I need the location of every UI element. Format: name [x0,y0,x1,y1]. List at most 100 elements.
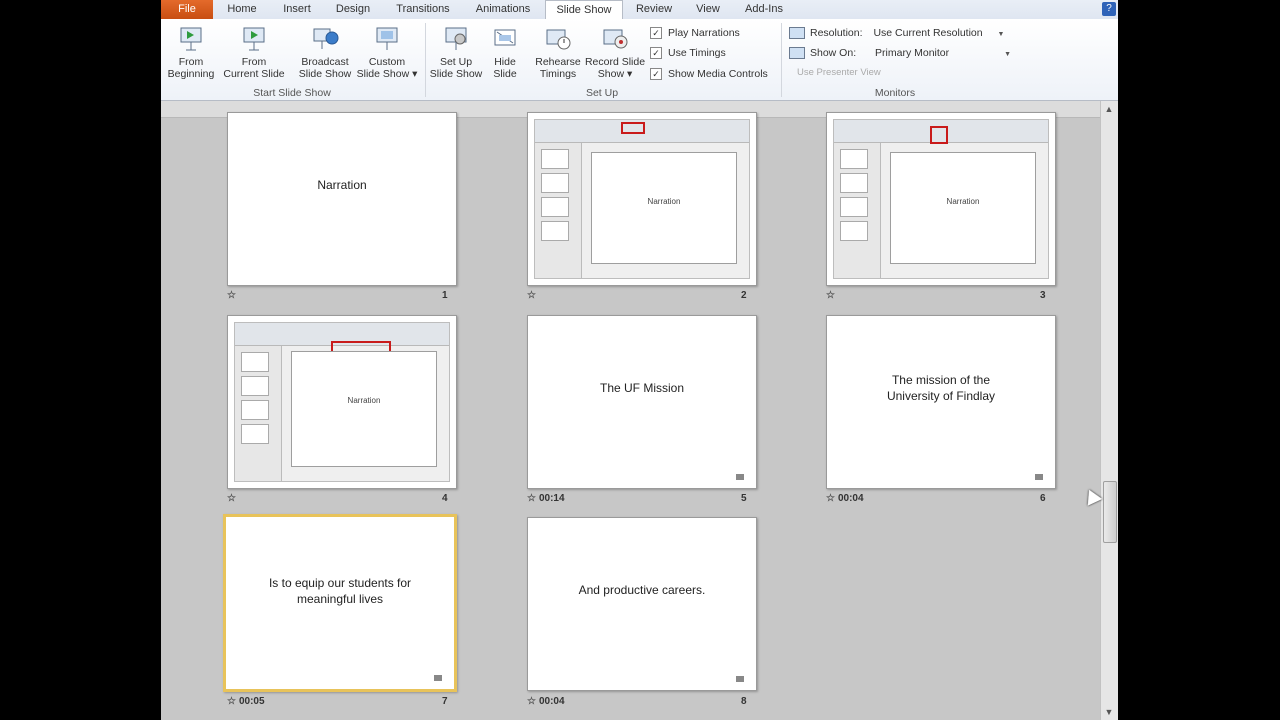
mini-slide-pane [235,346,282,481]
use-timings-checkbox[interactable]: ✓ Use Timings [650,46,726,60]
presenter-view-checkbox[interactable]: Use Presenter View [797,66,881,80]
slide-number: 1 [442,290,448,301]
group-start-slide-show: Start Slide Show [253,87,331,99]
show-on-row[interactable]: Show On: Primary Monitor ▼ [789,46,1011,60]
slide-thumbnail[interactable]: Narration [227,315,457,489]
resolution-row[interactable]: Resolution: Use Current Resolution ▼ [789,26,1004,40]
monitor-icon [789,27,805,40]
slide-thumbnail-selected[interactable]: Is to equip our students for meaningful … [223,514,457,692]
tab-file[interactable]: File [161,0,213,19]
tab-transitions[interactable]: Transitions [387,0,459,19]
mini-thumb [840,197,868,217]
projector-current-icon [240,25,268,53]
slide-timing: ☆ 00:14 [527,493,565,504]
checkmark-icon: ✓ [650,27,662,40]
tab-home[interactable]: Home [217,0,267,19]
show-on-select[interactable]: Primary Monitor [875,47,949,59]
broadcast-slide-show-button[interactable]: Broadcast Slide Show [295,25,355,80]
star-icon: ☆ [227,493,236,504]
star-icon: ☆ [227,290,236,301]
custom-line1: Custom [368,56,406,68]
slide-screenshot-image: Narration [833,119,1049,279]
play-narrations-label: Play Narrations [668,27,740,39]
hide-slide-button[interactable]: Hide Slide [485,25,525,80]
slide-timing: ☆ [227,290,239,301]
checkmark-icon: ✓ [650,68,662,81]
resolution-select[interactable]: Use Current Resolution [873,27,982,39]
slide-thumbnail[interactable]: The UF Mission [527,315,757,489]
slide-screenshot-image: Narration [234,322,450,482]
record-line2: Show ▾ [597,68,633,80]
slide-thumbnail[interactable]: The mission of the University of Findlay [826,315,1056,489]
from-current-line1: From [241,56,267,68]
slide-number: 7 [442,696,448,707]
record-slide-show-button[interactable]: Record Slide Show ▾ [583,25,647,80]
group-monitors: Monitors [874,87,916,99]
ribbon: From Beginning From Current Slide Broadc… [161,19,1118,101]
from-beginning-line2: Beginning [167,68,215,80]
slide-thumbnail[interactable]: Narration [527,112,757,286]
broadcast-line2: Slide Show [298,68,352,80]
mini-slide-pane [535,143,582,278]
slide-timing: ☆ 00:04 [826,493,864,504]
slide-time: 00:14 [538,493,565,504]
rehearse-line1: Rehearse [535,56,581,68]
animation-icon [736,676,744,682]
slide-number: 5 [741,493,747,504]
tab-animations[interactable]: Animations [467,0,539,19]
mini-thumb [541,221,569,241]
tab-insert[interactable]: Insert [271,0,323,19]
setup-show-icon [442,25,470,53]
broadcast-line1: Broadcast [301,56,349,68]
scroll-up-arrow-icon[interactable]: ▲ [1103,103,1115,115]
mini-thumb [241,400,269,420]
highlight-box [930,126,948,144]
dropdown-arrow-icon[interactable]: ▼ [1004,51,1011,58]
tab-review[interactable]: Review [629,0,679,19]
dropdown-arrow-icon[interactable]: ▼ [998,31,1005,38]
slide-thumbnail[interactable]: And productive careers. [527,517,757,691]
mini-thumb [840,221,868,241]
custom-show-icon [373,25,401,53]
custom-slide-show-button[interactable]: Custom Slide Show ▾ [355,25,419,80]
tab-add-ins[interactable]: Add-Ins [739,0,789,19]
slide-timing: ☆ [826,290,838,301]
scrollbar-thumb[interactable] [1103,481,1117,543]
set-up-slide-show-button[interactable]: Set Up Slide Show [427,25,485,80]
resolution-label: Resolution: [810,27,863,39]
play-narrations-checkbox[interactable]: ✓ Play Narrations [650,26,740,40]
record-icon [601,25,629,53]
show-on-label: Show On: [810,47,857,59]
scroll-down-arrow-icon[interactable]: ▼ [1103,706,1115,718]
slide-number: 8 [741,696,747,707]
group-separator [781,23,782,97]
help-icon[interactable]: ? [1102,2,1116,16]
slide-thumbnail[interactable]: Narration [227,112,457,286]
tab-view[interactable]: View [685,0,731,19]
star-icon: ☆ [227,696,236,707]
broadcast-icon [311,25,339,53]
slide-timing: ☆ 00:05 [227,696,265,707]
checkmark-icon: ✓ [650,47,662,60]
star-icon: ☆ [826,290,835,301]
rehearse-timings-button[interactable]: Rehearse Timings [531,25,585,80]
highlight-box [621,122,645,134]
mini-thumb [241,376,269,396]
vertical-scrollbar[interactable]: ▲ ▼ [1100,101,1118,720]
record-line1: Record Slide [584,56,646,68]
setup-line1: Set Up [439,56,473,68]
tab-design[interactable]: Design [327,0,379,19]
hide-line2: Slide [493,68,517,80]
projector-play-icon [177,25,205,53]
from-beginning-button[interactable]: From Beginning [165,25,217,80]
star-icon: ☆ [527,696,536,707]
from-current-line2: Current Slide [223,68,285,80]
slide-thumbnail[interactable]: Narration [826,112,1056,286]
tab-slide-show[interactable]: Slide Show [545,0,623,20]
star-icon: ☆ [527,290,536,301]
mini-slide-title: Narration [347,396,381,405]
show-media-controls-checkbox[interactable]: ✓ Show Media Controls [650,67,768,81]
powerpoint-window: File Home Insert Design Transitions Anim… [161,0,1118,720]
slide-sorter-view: Narration ☆ 1 Narration ☆ 2 Narration ☆ … [161,101,1118,720]
from-current-slide-button[interactable]: From Current Slide [219,25,289,80]
